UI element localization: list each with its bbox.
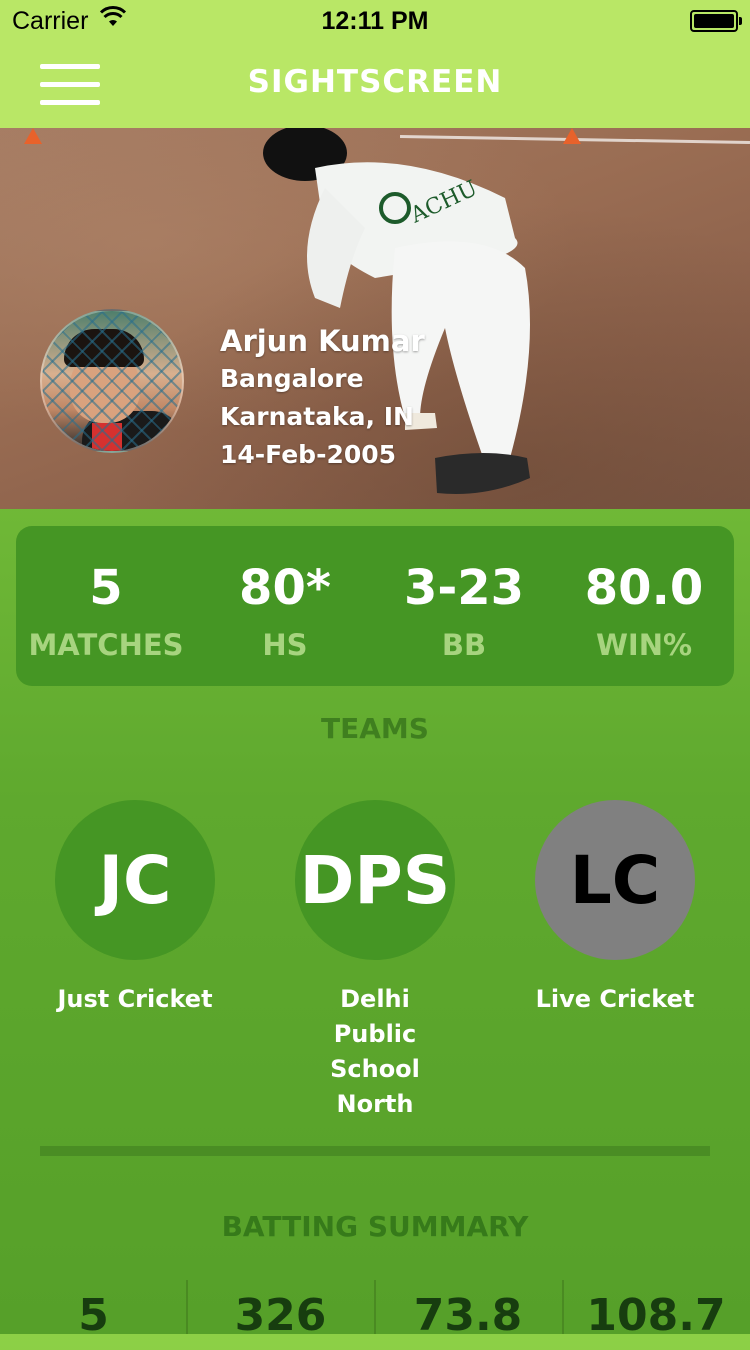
stat-best-bowling: 3-23 BB xyxy=(374,526,554,686)
team-just-cricket[interactable]: JC Just Cricket xyxy=(15,800,255,1017)
stats-card: 5 MATCHES 80* HS 3-23 BB 80.0 WIN% xyxy=(16,526,734,686)
team-name: Live Cricket xyxy=(535,985,695,1013)
status-bar: Carrier 12:11 PM xyxy=(0,0,750,40)
batting-value: 108.7 xyxy=(586,1290,726,1341)
cover-photo: ACHU Arjun Kumar Bangalore Karnataka, IN… xyxy=(0,128,750,509)
stat-label: BB xyxy=(441,628,487,662)
stat-matches: 5 MATCHES xyxy=(16,526,196,686)
stat-value: 80.0 xyxy=(584,560,704,616)
player-city: Bangalore xyxy=(220,364,364,393)
profile-info: Arjun Kumar Bangalore Karnataka, IN 14-F… xyxy=(220,322,425,474)
stat-highest-score: 80* HS xyxy=(195,526,375,686)
team-live-cricket[interactable]: LC Live Cricket xyxy=(495,800,735,1017)
player-dob: 14-Feb-2005 xyxy=(220,440,397,469)
team-badge[interactable]: DPS xyxy=(295,800,455,960)
team-name: Just Cricket xyxy=(57,985,213,1013)
batting-summary-row: 5 326 73.8 108.7 xyxy=(0,1280,750,1341)
field-cone xyxy=(24,128,42,144)
stat-value: 5 xyxy=(89,560,123,616)
app-title: SIGHTSCREEN xyxy=(247,64,503,100)
stat-label: MATCHES xyxy=(28,628,184,662)
batting-value: 73.8 xyxy=(413,1290,523,1341)
batting-value: 5 xyxy=(78,1290,109,1341)
team-badge[interactable]: JC xyxy=(55,800,215,960)
avatar[interactable] xyxy=(40,309,184,453)
stat-value: 3-23 xyxy=(403,560,525,616)
nav-bar: SIGHTSCREEN xyxy=(0,40,750,128)
teams-heading: TEAMS xyxy=(321,712,429,745)
battery-icon xyxy=(690,10,742,32)
field-cone xyxy=(563,128,581,144)
team-badge[interactable]: LC xyxy=(535,800,695,960)
stat-label: HS xyxy=(262,628,308,662)
stat-value: 80* xyxy=(239,560,331,616)
player-region: Karnataka, IN xyxy=(220,402,414,431)
stat-label: WIN% xyxy=(595,628,693,662)
batting-summary-heading: BATTING SUMMARY xyxy=(221,1210,529,1243)
section-divider xyxy=(40,1146,710,1156)
clock: 12:11 PM xyxy=(321,7,429,35)
team-name: Delhi Public School North xyxy=(330,985,420,1118)
stat-win-percent: 80.0 WIN% xyxy=(554,526,734,686)
team-delhi-public-school[interactable]: DPS Delhi Public School North xyxy=(255,800,495,1122)
player-name: Arjun Kumar xyxy=(220,324,425,358)
batting-value: 326 xyxy=(234,1290,327,1341)
